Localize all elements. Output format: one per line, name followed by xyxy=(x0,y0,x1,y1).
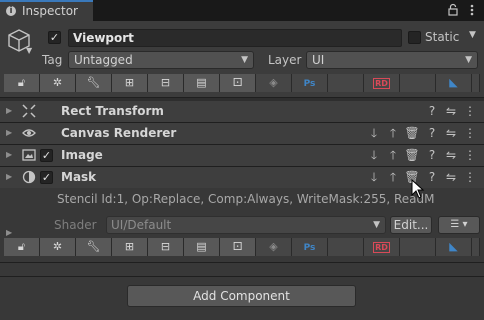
tools-toolbar-bottom: 🔓︎ ✲ 🔧︎ ⊞ ⊟ ▤ ⚀ ◈ Ps RD ◣ xyxy=(4,238,480,256)
move-up-icon[interactable]: 🡑 xyxy=(385,169,401,185)
presets-icon[interactable]: ⇋ xyxy=(443,169,459,185)
kebab-menu-icon[interactable]: ⋮ xyxy=(462,125,478,141)
component-title: Rect Transform xyxy=(61,104,164,118)
presets-icon[interactable]: ⇋ xyxy=(443,125,459,141)
layer-label: Layer xyxy=(268,53,302,67)
sphere-icon[interactable]: ◈ xyxy=(256,74,292,92)
chevron-down-icon: ▼ xyxy=(465,55,472,65)
move-down-icon[interactable]: 🡓 xyxy=(366,169,382,185)
photoshop-icon[interactable]: Ps xyxy=(292,238,328,256)
component-title: Image xyxy=(61,148,103,162)
add-box-icon[interactable]: ⊞ xyxy=(112,238,148,256)
fold-arrow-icon[interactable]: ▶ xyxy=(6,172,12,181)
move-up-icon[interactable]: 🡑 xyxy=(385,125,401,141)
fold-arrow-icon[interactable]: ▶ xyxy=(6,228,12,237)
vscode-icon[interactable]: ◣ xyxy=(436,238,472,256)
shader-value: UI/Default xyxy=(111,218,172,232)
static-checkbox[interactable] xyxy=(408,31,421,44)
lock-open-icon[interactable]: 🔓︎ xyxy=(4,238,40,256)
component-image[interactable]: ▶ ✓ Image 🡓 🡑 🗑︎ ? ⇋ ⋮ xyxy=(0,145,484,166)
divider xyxy=(0,262,484,263)
remove-box-icon[interactable]: ⊟ xyxy=(148,74,184,92)
enabled-checkbox[interactable]: ✓ xyxy=(40,171,53,184)
component-canvas-renderer[interactable]: ▶ Canvas Renderer 🡓 🡑 🗑︎ ? ⇋ ⋮ xyxy=(0,123,484,144)
static-label: Static xyxy=(425,30,460,44)
help-icon[interactable]: ? xyxy=(424,169,440,185)
tag-dropdown[interactable]: Untagged ▼ xyxy=(68,51,254,69)
shader-list-button[interactable]: ☰ ▾ xyxy=(438,216,480,234)
lock-icon[interactable] xyxy=(446,3,460,17)
shader-label: Shader xyxy=(54,218,97,232)
tag-value: Untagged xyxy=(74,53,133,67)
mask-icon xyxy=(22,170,36,184)
blank-icon[interactable] xyxy=(328,238,364,256)
rd-icon[interactable]: RD xyxy=(364,74,400,92)
mouse-cursor-icon xyxy=(411,179,425,199)
chevron-down-icon[interactable]: ▼ xyxy=(26,46,32,55)
prefab-icon[interactable]: ⚀ xyxy=(220,238,256,256)
component-title: Canvas Renderer xyxy=(61,126,177,140)
paste-icon[interactable]: ▤ xyxy=(184,238,220,256)
component-title: Mask xyxy=(61,170,97,184)
blank-icon[interactable] xyxy=(400,74,436,92)
kebab-menu-icon[interactable]: ⋮ xyxy=(462,103,478,119)
kebab-menu-icon[interactable] xyxy=(466,3,478,17)
move-down-icon[interactable]: 🡓 xyxy=(366,147,382,163)
help-icon[interactable]: ? xyxy=(424,103,440,119)
chevron-down-icon: ▼ xyxy=(241,55,248,65)
presets-icon[interactable]: ⇋ xyxy=(443,103,459,119)
help-icon[interactable]: ? xyxy=(424,125,440,141)
layer-dropdown[interactable]: UI ▼ xyxy=(306,51,478,69)
add-component-button[interactable]: Add Component xyxy=(127,285,356,307)
active-checkbox[interactable]: ✓ xyxy=(48,31,61,44)
photoshop-icon[interactable]: Ps xyxy=(292,74,328,92)
rect-transform-icon xyxy=(22,104,36,118)
eye-icon xyxy=(22,129,36,137)
image-icon xyxy=(22,149,36,161)
tab-inspector[interactable]: i Inspector xyxy=(0,0,93,21)
fold-arrow-icon[interactable]: ▶ xyxy=(6,106,12,115)
divider xyxy=(0,276,484,277)
enabled-checkbox[interactable]: ✓ xyxy=(40,149,53,162)
blank-icon[interactable] xyxy=(328,74,364,92)
folder-icon[interactable] xyxy=(472,74,480,92)
trash-icon[interactable]: 🗑︎ xyxy=(404,125,420,141)
shader-dropdown[interactable]: UI/Default ▼ xyxy=(106,216,386,234)
bug-icon[interactable]: ✲ xyxy=(40,74,76,92)
fold-arrow-icon[interactable]: ▶ xyxy=(6,128,12,137)
static-dropdown-icon[interactable]: ▼ xyxy=(469,30,476,40)
move-up-icon[interactable]: 🡑 xyxy=(385,147,401,163)
kebab-menu-icon[interactable]: ⋮ xyxy=(462,147,478,163)
trash-icon[interactable]: 🗑︎ xyxy=(404,147,420,163)
kebab-menu-icon[interactable]: ⋮ xyxy=(462,169,478,185)
tools-toolbar-top: 🔓︎ ✲ 🔧︎ ⊞ ⊟ ▤ ⚀ ◈ Ps RD ◣ xyxy=(4,74,480,92)
remove-box-icon[interactable]: ⊟ xyxy=(148,238,184,256)
info-icon: i xyxy=(6,6,16,16)
layer-value: UI xyxy=(312,53,325,67)
move-down-icon[interactable]: 🡓 xyxy=(366,125,382,141)
vscode-icon[interactable]: ◣ xyxy=(436,74,472,92)
edit-shader-button[interactable]: Edit... xyxy=(390,216,432,234)
tag-label: Tag xyxy=(42,53,63,67)
wrench-icon[interactable]: 🔧︎ xyxy=(76,74,112,92)
chevron-down-icon: ▼ xyxy=(373,220,380,230)
lock-open-icon[interactable]: 🔓︎ xyxy=(4,74,40,92)
prefab-icon[interactable]: ⚀ xyxy=(220,74,256,92)
paste-icon[interactable]: ▤ xyxy=(184,74,220,92)
wrench-icon[interactable]: 🔧︎ xyxy=(76,238,112,256)
sphere-icon[interactable]: ◈ xyxy=(256,238,292,256)
fold-arrow-icon[interactable]: ▶ xyxy=(6,150,12,159)
component-rect-transform[interactable]: ▶ Rect Transform ? ⇋ ⋮ xyxy=(0,101,484,122)
name-field[interactable]: Viewport xyxy=(68,29,402,47)
folder-icon[interactable] xyxy=(472,238,480,256)
tab-title: Inspector xyxy=(22,4,78,18)
add-box-icon[interactable]: ⊞ xyxy=(112,74,148,92)
presets-icon[interactable]: ⇋ xyxy=(443,147,459,163)
bug-icon[interactable]: ✲ xyxy=(40,238,76,256)
help-icon[interactable]: ? xyxy=(424,147,440,163)
blank-icon[interactable] xyxy=(400,238,436,256)
rd-icon[interactable]: RD xyxy=(364,238,400,256)
